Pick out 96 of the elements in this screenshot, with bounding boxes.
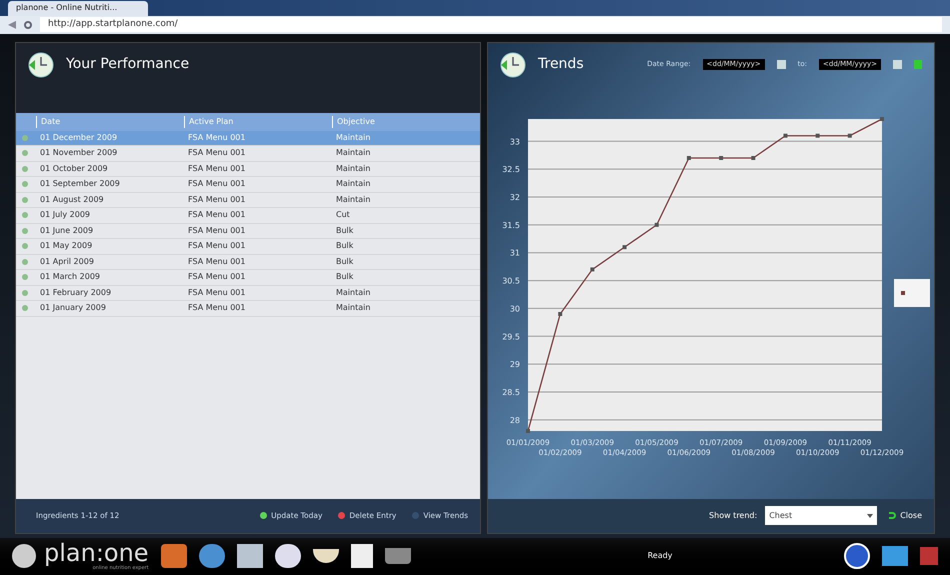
table-cell-text: FSA Menu 001 [187,132,246,144]
leaf-icon [22,290,28,296]
table-cell-text: Maintain [335,302,372,314]
url-field[interactable]: http://app.startplanone.com/ [40,17,942,32]
close-button[interactable]: Close [889,510,922,522]
leaf-icon [22,274,28,280]
leaf-icon [22,305,28,312]
table-row[interactable]: 01 July 2009 FSA Menu 001 Cut [16,208,480,224]
data-point [719,156,724,160]
table-cell-text: 01 November 2009 [39,147,118,160]
table-cell-text: FSA Menu 001 [187,209,246,222]
table-cell-text: Bulk [335,240,354,252]
table-cell-text: FSA Menu 001 [187,256,246,268]
y-tick-label: 30.5 [502,276,520,286]
data-point [622,244,627,249]
legend-box [894,278,930,307]
reload-icon[interactable] [24,20,32,29]
table-row[interactable]: 01 May 2009 FSA Menu 001 Bulk [16,239,480,255]
y-tick-label: 28 [510,416,520,425]
y-tick-label: 28.5 [502,388,520,397]
table-row[interactable]: 01 January 2009 FSA Menu 001 Maintain [16,301,480,317]
back-icon[interactable] [8,20,16,29]
table-cell-text: 01 June 2009 [39,224,94,237]
data-point [751,156,756,160]
leaf-icon [22,181,28,188]
browser-tab[interactable]: planone - Online Nutriti... [8,0,148,16]
panel-title: Trends [538,55,584,74]
leaf-icon [22,150,28,156]
y-tick-label: 32 [510,192,520,202]
data-point [686,156,691,160]
table-cell-text: Bulk [335,271,354,284]
data-point [590,267,594,272]
y-tick-label: 30 [510,304,520,314]
table-cell-text: FSA Menu 001 [187,178,246,190]
table-cell-text: 01 August 2009 [39,194,105,206]
table-cell-text: 01 July 2009 [39,209,92,222]
table-cell-text: FSA Menu 001 [187,302,246,314]
table-cell-text: Maintain [335,286,372,299]
leaf-icon [22,228,28,234]
data-point [880,116,884,121]
table-cell-text: Bulk [335,224,354,237]
y-tick-label: 29.5 [502,332,520,341]
table-cell-text: Maintain [335,194,372,206]
table-cell-text: 01 October 2009 [39,162,109,175]
table-row[interactable]: 01 November 2009 FSA Menu 001 Maintain [16,146,480,162]
y-tick-label: 31.5 [502,220,520,230]
table-cell-text: 01 December 2009 [39,132,118,144]
table-cell-text: FSA Menu 001 [187,240,246,252]
return-icon [889,512,896,520]
table-row[interactable]: 01 August 2009 FSA Menu 001 Maintain [16,192,480,208]
data-point [558,312,562,316]
leaf-icon [22,212,28,218]
table-cell-text: FSA Menu 001 [187,147,246,160]
table-cell-text: 01 April 2009 [39,256,95,268]
data-point [783,133,788,138]
table-row[interactable]: 01 June 2009 FSA Menu 001 Bulk [16,224,480,240]
trend-select[interactable]: Chest [765,506,878,526]
table-cell-text: Bulk [335,256,354,268]
y-tick-label: 32.5 [502,164,520,174]
table-row[interactable]: 01 October 2009 FSA Menu 001 Maintain [16,162,480,178]
table-cell-text: 01 May 2009 [39,240,94,252]
table-cell-text: 01 March 2009 [39,271,102,284]
logo-text: plan:one [44,540,149,565]
data-point [816,133,820,138]
table-row[interactable]: 01 March 2009 FSA Menu 001 Bulk [16,270,480,286]
show-trend-label: Show trend: [709,510,758,522]
table-row[interactable]: 01 February 2009 FSA Menu 001 Maintain [16,286,480,302]
table-cell-text: Maintain [335,178,372,190]
leaf-icon [22,258,28,265]
table-row[interactable]: 01 September 2009 FSA Menu 001 Maintain [16,177,480,193]
table-cell-text: FSA Menu 001 [187,162,246,175]
leaf-icon [22,243,28,250]
table-cell-text: 01 January 2009 [39,302,107,314]
table-cell-text: 01 September 2009 [39,178,121,190]
table-cell-text: FSA Menu 001 [187,271,246,284]
y-tick-label: 29 [510,360,520,369]
panel-title: Your Performance [66,55,190,74]
y-tick-label: 31 [510,248,520,258]
table-cell-text: 01 February 2009 [39,286,112,299]
data-point [848,133,852,138]
table-cell-text: Maintain [335,132,372,144]
caret-icon [867,514,874,518]
leaf-icon [22,134,28,141]
table-cell-text: FSA Menu 001 [187,224,246,237]
y-tick-label: 33 [510,137,520,146]
table-cell-text: FSA Menu 001 [187,194,246,206]
table-cell-text: FSA Menu 001 [187,286,246,299]
table-cell-text: Maintain [335,147,372,160]
table-cell-text: Cut [335,209,351,222]
leaf-icon [22,166,28,172]
status-text: Ready [648,550,672,562]
leaf-icon [22,196,28,203]
table-cell-text: Maintain [335,162,372,175]
table-row[interactable]: 01 April 2009 FSA Menu 001 Bulk [16,254,480,270]
data-point [654,222,659,227]
data-point [526,428,530,433]
